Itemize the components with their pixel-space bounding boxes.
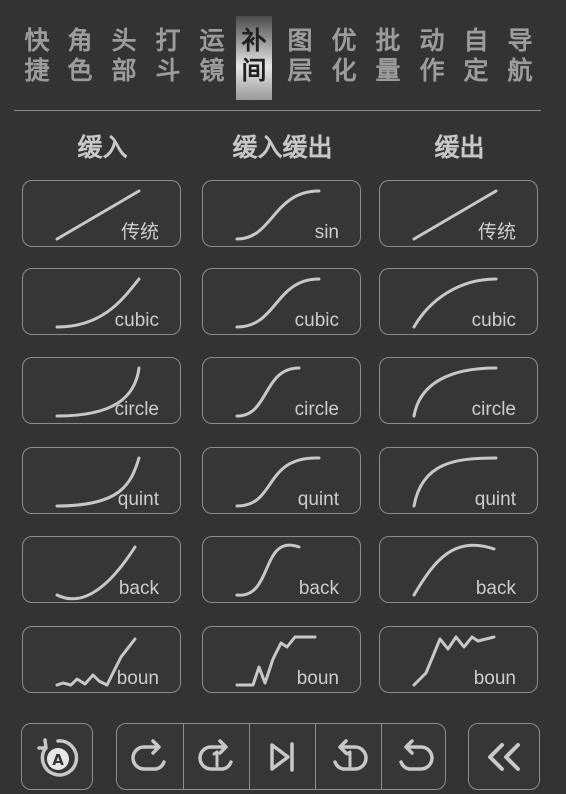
loop-backward-icon bbox=[399, 739, 434, 771]
easing-card-circle-ease-in-out[interactable]: circle bbox=[202, 357, 361, 424]
loop-once-backward-icon bbox=[333, 739, 368, 771]
easing-card-back-ease-in-out[interactable]: back bbox=[202, 536, 361, 603]
easing-card-label: back bbox=[298, 578, 339, 599]
easing-card-label: 传统 bbox=[120, 222, 159, 243]
auto-rotate-icon: A bbox=[37, 738, 79, 777]
easing-card-quint-ease-out[interactable]: quint bbox=[379, 447, 538, 514]
easing-card-label: boun bbox=[296, 668, 339, 689]
easing-card-linear-ease-out[interactable]: 传统 bbox=[379, 180, 538, 247]
column-header-ease-in-out: 缓入缓出 bbox=[232, 133, 333, 162]
skip-to-end-icon bbox=[270, 742, 294, 772]
tab-tween[interactable]: 补间 bbox=[236, 16, 272, 100]
easing-card-label: cubic bbox=[294, 310, 339, 331]
tab-batch[interactable]: 批量 bbox=[370, 16, 406, 100]
easing-curve-path bbox=[235, 189, 321, 241]
easing-card-bounce-ease-in-out[interactable]: boun bbox=[202, 626, 361, 693]
loop-once-backward-button[interactable] bbox=[315, 724, 382, 789]
tab-head[interactable]: 头部 bbox=[106, 16, 142, 100]
easing-card-label: circle bbox=[294, 399, 339, 420]
easing-card-bounce-ease-in[interactable]: boun bbox=[22, 626, 181, 693]
loop-forward-button[interactable] bbox=[117, 724, 183, 789]
tab-fight[interactable]: 打斗 bbox=[150, 16, 186, 100]
playback-button-group bbox=[116, 723, 446, 790]
easing-card-label: boun bbox=[473, 668, 516, 689]
svg-text:A: A bbox=[52, 751, 64, 769]
tab-shortcut[interactable]: 快捷 bbox=[19, 16, 55, 100]
easing-card-cubic-ease-out[interactable]: cubic bbox=[379, 268, 538, 335]
easing-card-label: back bbox=[475, 578, 516, 599]
easing-card-quint-ease-in-out[interactable]: quint bbox=[202, 447, 361, 514]
easing-card-cubic-ease-in-out[interactable]: cubic bbox=[202, 268, 361, 335]
tab-layer[interactable]: 图层 bbox=[282, 16, 318, 100]
easing-card-label: circle bbox=[471, 399, 516, 420]
easing-card-label: quint bbox=[297, 489, 339, 510]
easing-card-label: circle bbox=[114, 399, 159, 420]
easing-card-quint-ease-in[interactable]: quint bbox=[22, 447, 181, 514]
easing-curve-path bbox=[235, 543, 301, 597]
easing-card-circle-ease-out[interactable]: circle bbox=[379, 357, 538, 424]
easing-card-label: cubic bbox=[471, 310, 516, 331]
easing-card-label: boun bbox=[116, 668, 159, 689]
tab-optimize[interactable]: 优化 bbox=[326, 16, 362, 100]
divider bbox=[14, 110, 541, 111]
tab-camera[interactable]: 运镜 bbox=[194, 16, 230, 100]
loop-forward-icon bbox=[131, 739, 166, 771]
skip-to-end-button[interactable] bbox=[249, 724, 316, 789]
easing-card-label: cubic bbox=[114, 310, 159, 331]
easing-card-back-ease-out[interactable]: back bbox=[379, 536, 538, 603]
easing-card-label: quint bbox=[474, 489, 516, 510]
tab-navigation[interactable]: 导航 bbox=[502, 16, 538, 100]
loop-backward-button[interactable] bbox=[381, 724, 448, 789]
easing-card-cubic-ease-in[interactable]: cubic bbox=[22, 268, 181, 335]
easing-card-label: back bbox=[118, 578, 159, 599]
easing-curve-path bbox=[235, 366, 301, 418]
easing-card-bounce-ease-out[interactable]: boun bbox=[379, 626, 538, 693]
easing-card-linear-ease-in-out[interactable]: sin bbox=[202, 180, 361, 247]
category-tab-bar: 快捷 角色 头部 打斗 运镜 补间 图层 优化 批量 动作 自定 导航 bbox=[14, 14, 544, 100]
double-chevron-left-icon bbox=[488, 743, 520, 771]
tab-character[interactable]: 角色 bbox=[62, 16, 98, 100]
loop-once-forward-icon bbox=[198, 739, 233, 771]
tab-action[interactable]: 动作 bbox=[414, 16, 450, 100]
easing-card-label: sin bbox=[314, 222, 339, 243]
collapse-panel-button[interactable] bbox=[468, 723, 540, 790]
auto-rotate-button[interactable]: A bbox=[21, 723, 93, 790]
column-header-ease-out: 缓出 bbox=[434, 133, 485, 162]
tab-custom[interactable]: 自定 bbox=[458, 16, 494, 100]
loop-once-forward-button[interactable] bbox=[183, 724, 250, 789]
easing-card-back-ease-in[interactable]: back bbox=[22, 536, 181, 603]
easing-card-circle-ease-in[interactable]: circle bbox=[22, 357, 181, 424]
easing-card-label: 传统 bbox=[477, 222, 516, 243]
column-header-ease-in: 缓入 bbox=[77, 133, 128, 162]
easing-card-label: quint bbox=[117, 489, 159, 510]
easing-card-linear-ease-in[interactable]: 传统 bbox=[22, 180, 181, 247]
